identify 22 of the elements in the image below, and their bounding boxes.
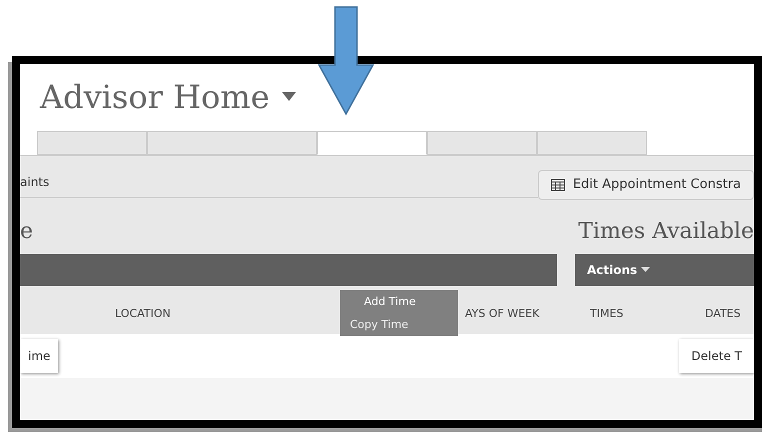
tab[interactable] [427, 131, 537, 155]
edit-constraints-button[interactable]: Edit Appointment Constra [538, 170, 754, 200]
tab[interactable] [317, 131, 427, 155]
calendar-icon [550, 179, 565, 191]
actions-button[interactable]: Actions [587, 261, 650, 279]
tab[interactable] [37, 131, 147, 155]
delete-time-button[interactable]: Delete T [679, 339, 754, 373]
menu-item[interactable]: Add Time [350, 294, 458, 310]
caret-icon [282, 92, 296, 102]
add-time-button[interactable]: ime [20, 339, 58, 373]
caret-icon [641, 267, 650, 273]
column-header: LOCATION [115, 306, 172, 322]
page-title: Advisor Home [40, 77, 270, 118]
tab[interactable] [147, 131, 317, 155]
column-header: TIMES [590, 306, 624, 322]
tab[interactable] [537, 131, 647, 155]
column-header: DATES [705, 306, 741, 322]
section-heading: e [20, 218, 34, 246]
down-arrow-icon [318, 6, 374, 116]
column-header: AYS OF WEEK [465, 306, 540, 322]
section-heading: Times Available [578, 218, 754, 246]
toolbar-label: aints [20, 172, 538, 198]
